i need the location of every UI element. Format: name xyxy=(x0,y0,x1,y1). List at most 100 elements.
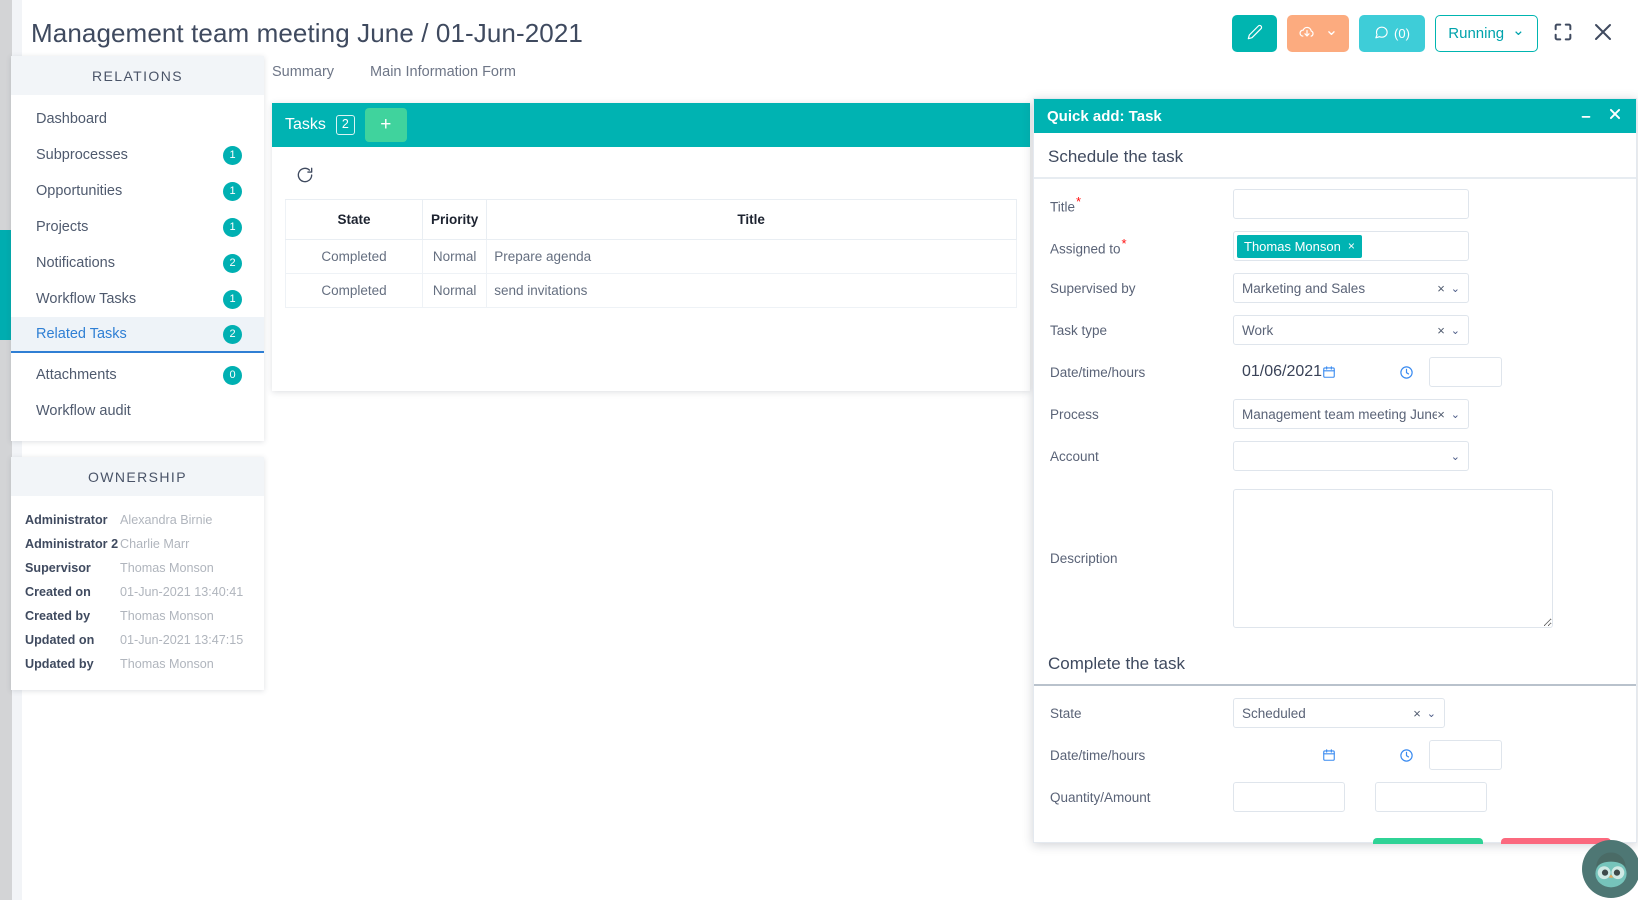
sidebar-item-label: Workflow Tasks xyxy=(36,291,137,307)
sidebar-item-notifications[interactable]: Notifications 2 xyxy=(11,245,264,281)
clear-icon[interactable]: × xyxy=(1437,407,1445,422)
field-control-title xyxy=(1233,189,1469,219)
dialog-close-button[interactable] xyxy=(1607,108,1623,124)
quantity-input[interactable] xyxy=(1233,782,1345,812)
cloud-download-button[interactable]: ⌄ xyxy=(1287,15,1349,52)
relations-list: Dashboard Subprocesses 1 Opportunities 1… xyxy=(11,95,264,441)
close-window-button[interactable] xyxy=(1588,15,1618,52)
chip-remove-icon[interactable]: × xyxy=(1348,239,1355,253)
dialog-title-bar[interactable]: Quick add: Task xyxy=(1034,99,1636,133)
relations-panel: RELATIONS Dashboard Subprocesses 1 Oppor… xyxy=(11,56,264,441)
sidebar-item-label: Related Tasks xyxy=(36,326,127,342)
header-toolbar: ⌄ (0) Running ⌄ xyxy=(1232,15,1618,52)
ownership-key: Updated on xyxy=(25,633,95,647)
calendar-icon[interactable] xyxy=(1322,365,1336,379)
field-label-quantity-amount: Quantity/Amount xyxy=(1050,789,1151,805)
clear-icon[interactable]: × xyxy=(1437,281,1445,296)
field-label-title: Title* xyxy=(1050,194,1233,215)
sidebar-item-dashboard[interactable]: Dashboard xyxy=(11,101,264,137)
title-input[interactable] xyxy=(1233,189,1469,219)
sidebar-item-subprocesses[interactable]: Subprocesses 1 xyxy=(11,137,264,173)
schedule-time-input[interactable] xyxy=(1351,365,1421,380)
sidebar-item-badge: 0 xyxy=(223,365,242,385)
fullscreen-button[interactable] xyxy=(1548,15,1578,52)
task-type-select[interactable]: Work × ⌄ xyxy=(1233,315,1469,345)
dialog-body: Schedule the task Title* Assigned to* Th… xyxy=(1034,133,1636,844)
tab-main-information-form[interactable]: Main Information Form xyxy=(370,58,516,93)
sidebar-item-label: Attachments xyxy=(36,367,117,383)
fullscreen-icon xyxy=(1552,21,1574,46)
cancel-button[interactable]: Cancel xyxy=(1501,838,1611,844)
status-label: Running xyxy=(1448,25,1505,42)
ownership-value: Charlie Marr xyxy=(120,537,190,551)
dialog-title: Quick add: Task xyxy=(1047,107,1162,125)
calendar-icon[interactable] xyxy=(1322,748,1336,762)
tab-summary[interactable]: Summary xyxy=(272,58,334,93)
owl-icon xyxy=(1589,847,1633,891)
label-text: Title xyxy=(1050,199,1076,215)
status-dropdown[interactable]: Running ⌄ xyxy=(1435,15,1538,52)
clock-icon[interactable] xyxy=(1399,365,1414,380)
sidebar-item-opportunities[interactable]: Opportunities 1 xyxy=(11,173,264,209)
sidebar-item-attachments[interactable]: Attachments 0 xyxy=(11,357,264,393)
assigned-chip[interactable]: Thomas Monson × xyxy=(1237,234,1362,258)
clear-icon[interactable]: × xyxy=(1413,706,1421,721)
column-header-state[interactable]: State xyxy=(285,199,423,240)
quick-add-task-dialog: Quick add: Task Schedule the task Title*… xyxy=(1033,98,1637,844)
state-select[interactable]: Scheduled × ⌄ xyxy=(1233,698,1445,728)
ownership-row: Updated by Thomas Monson xyxy=(11,652,264,676)
dialog-window-controls xyxy=(1578,108,1623,124)
account-select[interactable]: ⌄ xyxy=(1233,441,1469,471)
edit-button[interactable] xyxy=(1232,15,1277,52)
supervised-by-select[interactable]: Marketing and Sales × ⌄ xyxy=(1233,273,1469,303)
description-textarea[interactable] xyxy=(1233,489,1553,628)
sidebar-item-projects[interactable]: Projects 1 xyxy=(11,209,264,245)
field-label-description: Description xyxy=(1050,551,1118,566)
sidebar-item-label: Opportunities xyxy=(36,183,123,199)
comments-count: (0) xyxy=(1394,26,1410,41)
complete-date-input[interactable] xyxy=(1233,748,1343,762)
process-select[interactable]: Management team meeting June × ⌄ xyxy=(1233,399,1469,429)
clock-icon[interactable] xyxy=(1399,748,1414,763)
add-task-button[interactable]: + xyxy=(364,108,407,142)
close-icon xyxy=(1591,20,1615,47)
field-row-task-type: Task type Work × ⌄ xyxy=(1034,309,1636,351)
cell-state: Completed xyxy=(285,239,423,274)
table-row[interactable]: Completed Normal Prepare agenda xyxy=(285,239,1017,274)
comments-button[interactable]: (0) xyxy=(1359,15,1425,52)
field-control-schedule-datetime: 01/06/2021 xyxy=(1233,357,1502,387)
field-label-supervised-by: Supervised by xyxy=(1050,280,1136,296)
field-control-task-type: Work × ⌄ xyxy=(1233,315,1469,345)
sidebar-item-related-tasks[interactable]: Related Tasks 2 xyxy=(11,317,264,353)
schedule-date-input[interactable]: 01/06/2021 xyxy=(1233,363,1343,381)
column-header-title[interactable]: Title xyxy=(486,199,1017,240)
field-row-state: State Scheduled × ⌄ xyxy=(1034,686,1636,734)
sidebar-item-label: Notifications xyxy=(36,255,115,271)
chip-label: Thomas Monson xyxy=(1244,238,1341,254)
complete-hours-input[interactable] xyxy=(1429,740,1502,770)
field-row-complete-datetime: Date/time/hours xyxy=(1034,734,1636,776)
assigned-to-field[interactable]: Thomas Monson × xyxy=(1233,231,1469,261)
column-header-priority[interactable]: Priority xyxy=(422,199,488,240)
minimize-button[interactable] xyxy=(1578,108,1594,124)
amount-input[interactable] xyxy=(1375,782,1487,812)
pencil-icon xyxy=(1247,24,1263,43)
chevron-down-icon: ⌄ xyxy=(1426,707,1436,720)
ownership-row: Created on 01-Jun-2021 13:40:41 xyxy=(11,580,264,604)
schedule-hours-input[interactable] xyxy=(1429,357,1502,387)
ownership-value: Thomas Monson xyxy=(120,561,214,575)
ownership-value: Alexandra Birnie xyxy=(120,513,213,527)
save-button[interactable]: Save xyxy=(1373,838,1483,844)
complete-time-input[interactable] xyxy=(1351,748,1421,763)
owl-assistant-button[interactable] xyxy=(1582,840,1638,898)
sidebar-item-workflow-audit[interactable]: Workflow audit xyxy=(11,393,264,429)
tasks-card-header: Tasks 2 + xyxy=(272,103,1030,147)
field-label-complete-datetime: Date/time/hours xyxy=(1050,747,1146,763)
sidebar-item-badge: 1 xyxy=(223,145,242,165)
refresh-button[interactable] xyxy=(294,165,316,187)
table-row[interactable]: Completed Normal send invitations xyxy=(285,273,1017,308)
ownership-rows: Administrator Alexandra Birnie Administr… xyxy=(11,496,264,690)
clear-icon[interactable]: × xyxy=(1437,323,1445,338)
field-row-assigned-to: Assigned to* Thomas Monson × xyxy=(1034,225,1636,267)
sidebar-item-workflow-tasks[interactable]: Workflow Tasks 1 xyxy=(11,281,264,317)
